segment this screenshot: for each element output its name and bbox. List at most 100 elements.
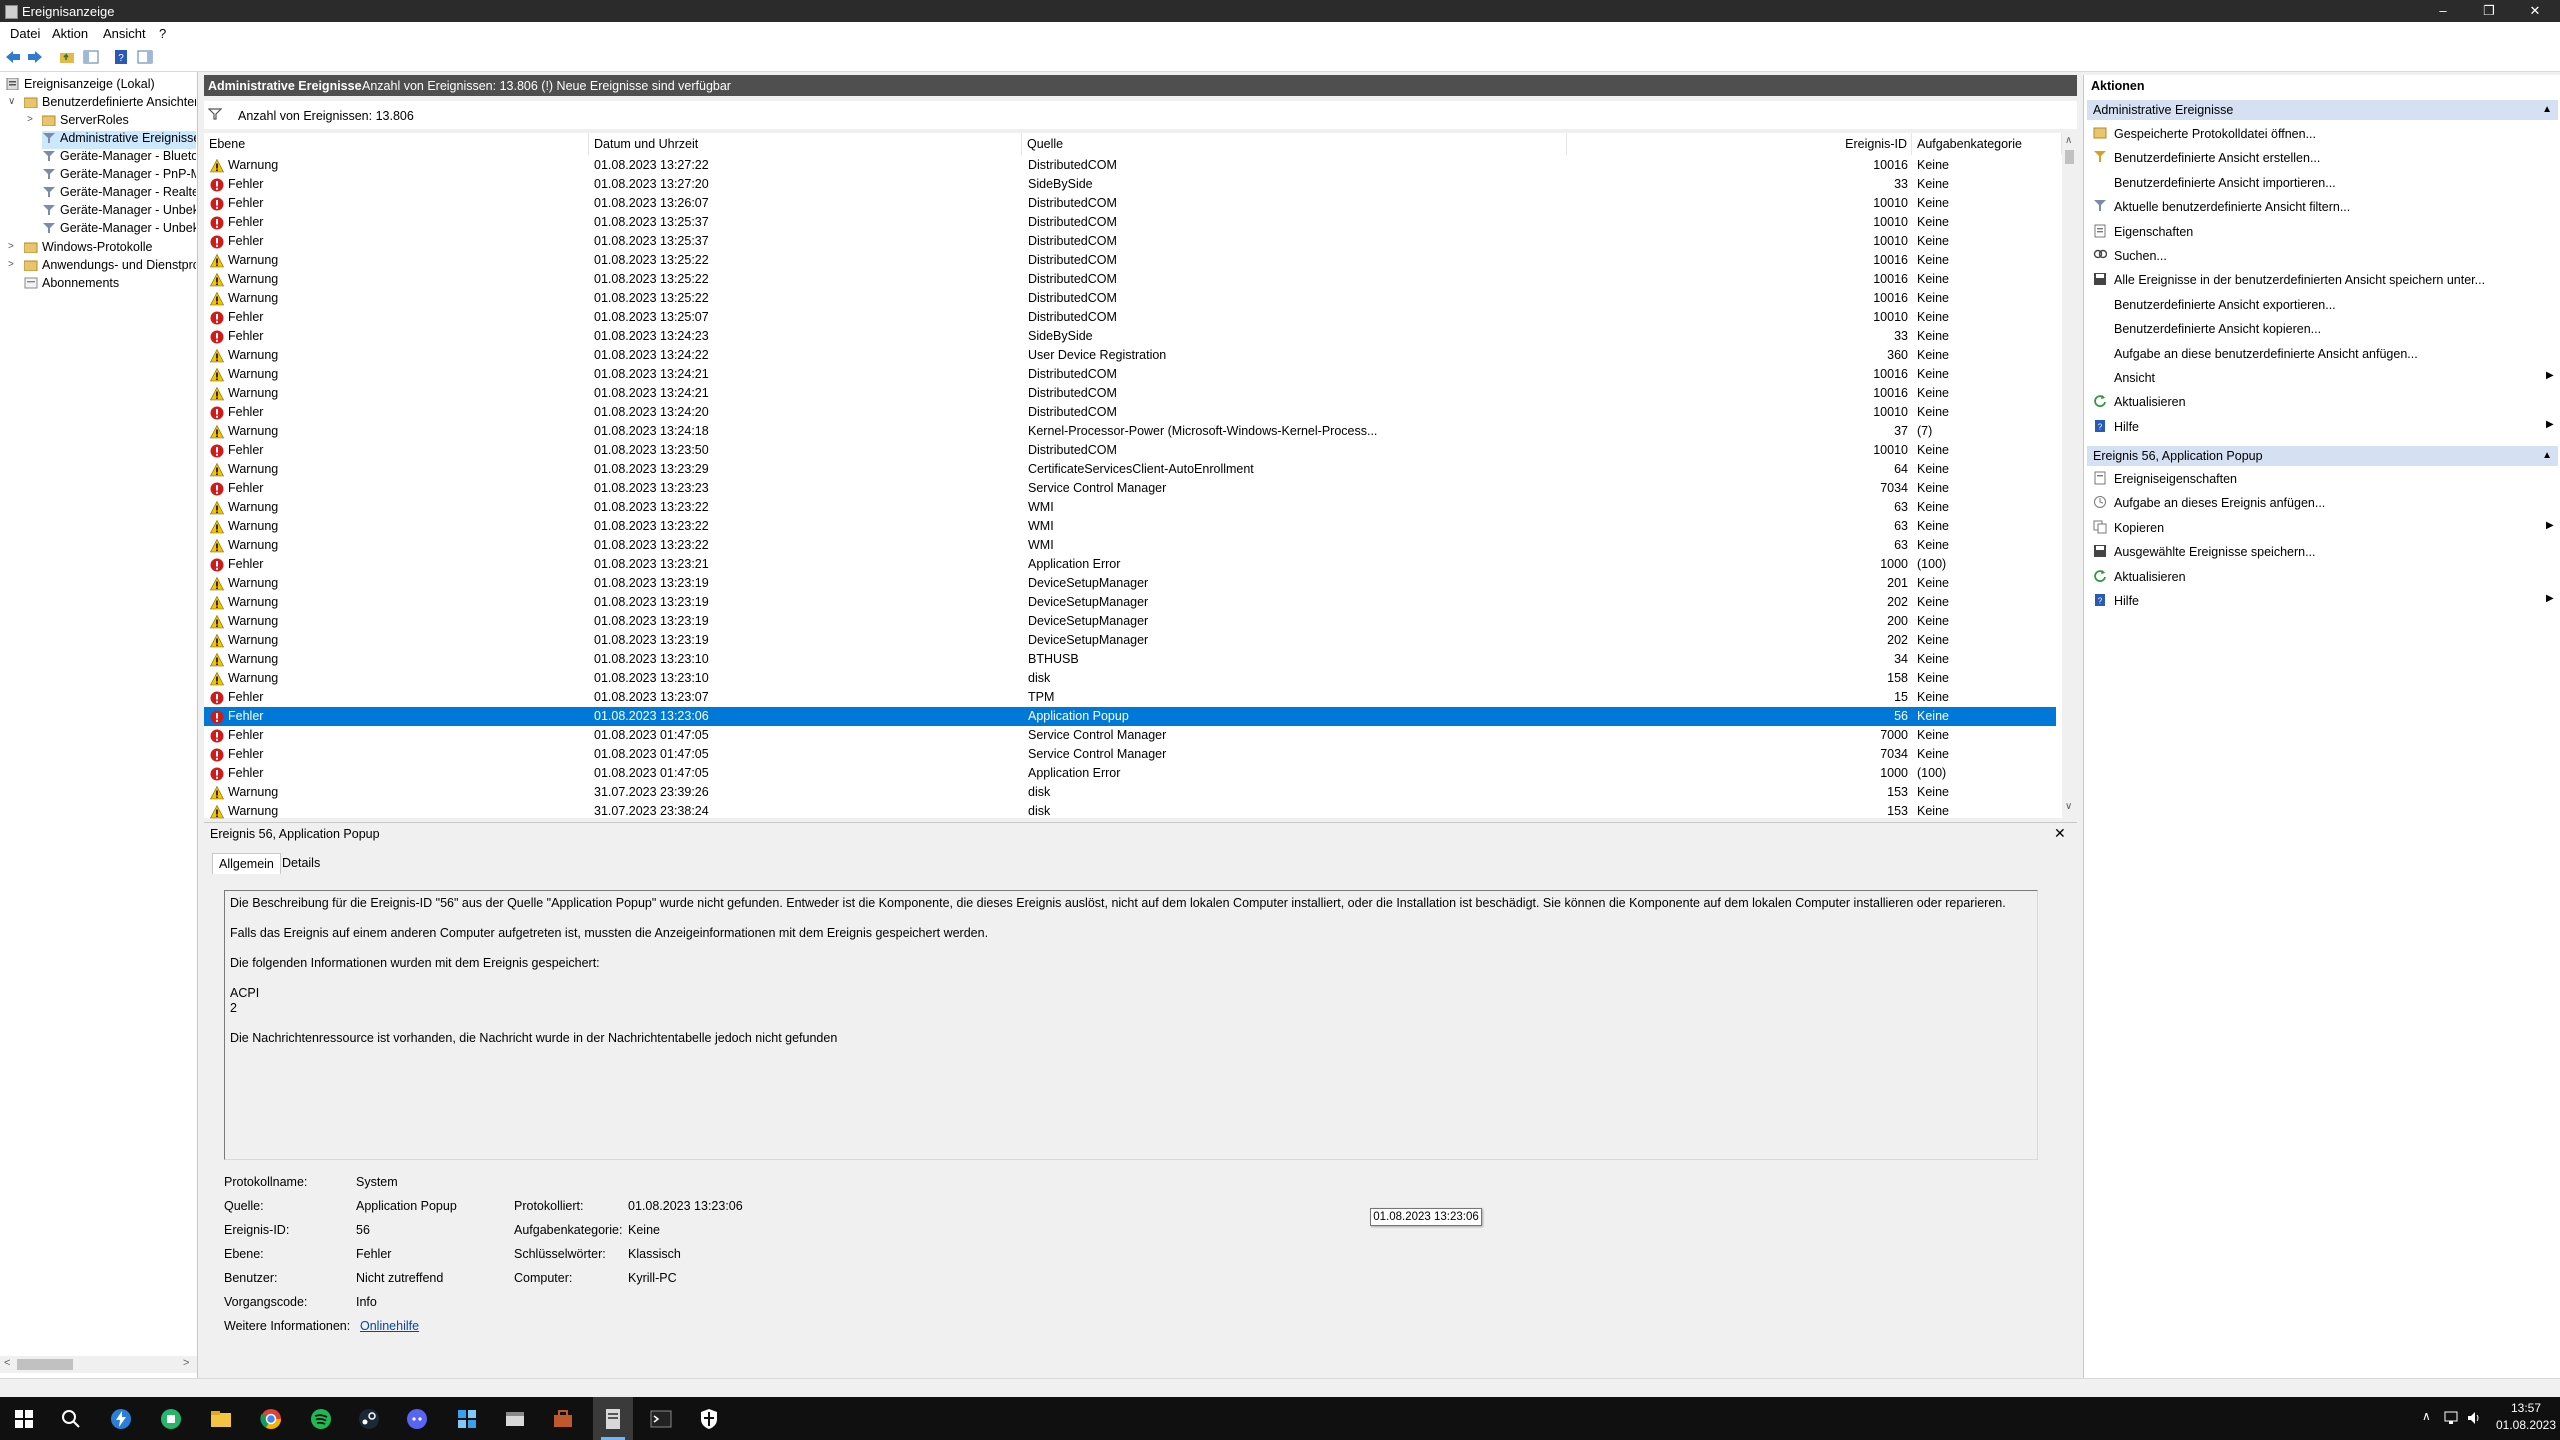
minimize-button[interactable]: – (2420, 0, 2466, 22)
actions-section-event[interactable]: Ereignis 56, Application Popup ▲ (2087, 446, 2558, 466)
chevron-right-icon[interactable]: > (27, 114, 33, 125)
tree-serverroles[interactable]: ServerRoles (42, 113, 196, 131)
tree-subscriptions[interactable]: Abonnements (24, 276, 196, 294)
table-row[interactable]: Warnung 01.08.2023 13:24:21 DistributedCOM… (204, 365, 2056, 384)
app-grid-icon[interactable] (455, 1407, 479, 1431)
app-bolt-icon[interactable] (109, 1407, 133, 1431)
tab-details[interactable]: Details (276, 853, 326, 873)
table-row[interactable]: Warnung 01.08.2023 13:24:21 DistributedCOM… (204, 384, 2056, 403)
discord-icon[interactable] (405, 1407, 429, 1431)
table-row[interactable]: Fehler 01.08.2023 13:23:21 Application Err… (204, 555, 2056, 574)
clock-time[interactable]: 13:57 (2506, 1401, 2546, 1415)
scroll-left-arrow-icon[interactable]: < (4, 1357, 10, 1369)
action-item[interactable]: Aktualisieren (2084, 393, 2560, 413)
action-item[interactable]: Aufgabe an diese benutzerdefinierte Ansi… (2084, 345, 2560, 365)
search-icon[interactable] (59, 1407, 83, 1431)
back-arrow-icon[interactable] (4, 48, 22, 66)
table-row[interactable]: Fehler 01.08.2023 01:47:05 Service Control… (204, 726, 2056, 745)
tab-allgemein[interactable]: Allgemein (212, 853, 281, 874)
restore-button[interactable]: ❐ (2466, 0, 2512, 22)
spotify-icon[interactable] (309, 1407, 333, 1431)
tray-chevron-icon[interactable]: ∧ (2422, 1409, 2431, 1423)
tree-device-manager-unknown-1[interactable]: Geräte-Manager - Unbek (42, 203, 196, 221)
tree-horizontal-scrollbar[interactable]: < > (0, 1356, 197, 1373)
table-row[interactable]: Warnung 01.08.2023 13:23:22 WMI 63 Keine (204, 498, 2056, 517)
forward-arrow-icon[interactable] (26, 48, 44, 66)
table-row[interactable]: Warnung 01.08.2023 13:23:19 DeviceSetupMan… (204, 631, 2056, 650)
tree-administrative-events[interactable]: Administrative Ereignisse (42, 131, 196, 149)
app-toolbox-icon[interactable] (551, 1407, 575, 1431)
file-explorer-icon[interactable] (209, 1407, 233, 1431)
scroll-up-arrow-icon[interactable]: ∧ (2065, 135, 2072, 146)
actions-section-view[interactable]: Administrative Ereignisse ▲ (2087, 100, 2558, 120)
table-row[interactable]: Warnung 01.08.2023 13:27:22 DistributedCOM… (204, 156, 2056, 175)
table-row[interactable]: Warnung 31.07.2023 23:38:24 disk 153 Keine (204, 802, 2056, 821)
action-item[interactable]: Benutzerdefinierte Ansicht erstellen... (2084, 149, 2560, 169)
table-row[interactable]: Fehler 01.08.2023 13:26:07 DistributedCOM 1… (204, 194, 2056, 213)
table-row[interactable]: Warnung 01.08.2023 13:23:10 BTHUSB 34 Keine (204, 650, 2056, 669)
table-row[interactable]: Fehler 01.08.2023 13:23:06 Application Pop… (204, 707, 2056, 726)
table-row[interactable]: Fehler 01.08.2023 13:27:20 SideBySide 33 Kei… (204, 175, 2056, 194)
action-item[interactable]: ? Hilfe ▶ (2084, 418, 2560, 438)
table-row[interactable]: Fehler 01.08.2023 13:25:07 DistributedCOM 1… (204, 308, 2056, 327)
column-header-event-id[interactable]: Ereignis-ID (1567, 133, 1912, 155)
scroll-down-arrow-icon[interactable]: ∨ (2065, 801, 2072, 812)
terminal-icon[interactable] (649, 1407, 673, 1431)
table-row[interactable]: Warnung 01.08.2023 13:24:22 User Device Re… (204, 346, 2056, 365)
action-item[interactable]: Gespeicherte Protokolldatei öffnen... (2084, 125, 2560, 145)
app-window-icon[interactable] (503, 1407, 527, 1431)
windows-start-icon[interactable] (12, 1407, 36, 1431)
table-row[interactable]: Warnung 01.08.2023 13:24:18 Kernel-Process… (204, 422, 2056, 441)
speaker-icon[interactable] (2466, 1410, 2482, 1426)
table-row[interactable]: Fehler 01.08.2023 13:23:50 DistributedCOM 1… (204, 441, 2056, 460)
collapse-icon[interactable]: ▲ (2542, 446, 2552, 466)
chrome-icon[interactable] (259, 1407, 283, 1431)
table-vertical-scrollbar[interactable]: ∧ ∨ (2062, 133, 2077, 818)
action-item[interactable]: Ansicht ▶ (2084, 369, 2560, 389)
action-item[interactable]: Aktuelle benutzerdefinierte Ansicht filt… (2084, 198, 2560, 218)
folder-up-icon[interactable] (58, 48, 76, 66)
table-row[interactable]: Warnung 31.07.2023 23:39:26 disk 153 Keine (204, 783, 2056, 802)
help-icon[interactable]: ? (112, 48, 130, 66)
column-header-task-category[interactable]: Aufgabenkategorie (1912, 133, 2062, 155)
tree-custom-views[interactable]: Benutzerdefinierte Ansichten (24, 95, 196, 113)
chevron-right-icon[interactable]: > (8, 241, 14, 252)
table-row[interactable]: Warnung 01.08.2023 13:23:22 WMI 63 Keine (204, 536, 2056, 555)
action-item[interactable]: Aktualisieren (2084, 568, 2560, 588)
tree-device-manager-bluetooth[interactable]: Geräte-Manager - Blueto (42, 149, 196, 167)
action-item[interactable]: Benutzerdefinierte Ansicht importieren..… (2084, 174, 2560, 194)
action-item[interactable]: Ereigniseigenschaften (2084, 470, 2560, 490)
action-item[interactable]: Eigenschaften (2084, 223, 2560, 243)
menu-aktion[interactable]: Aktion (52, 26, 88, 41)
table-row[interactable]: Warnung 01.08.2023 13:23:19 DeviceSetupMan… (204, 574, 2056, 593)
column-header-source[interactable]: Quelle (1022, 133, 1567, 155)
action-item[interactable]: ? Hilfe ▶ (2084, 592, 2560, 612)
menu-ansicht[interactable]: Ansicht (103, 26, 146, 41)
table-row[interactable]: Fehler 01.08.2023 13:25:37 DistributedCOM 1… (204, 213, 2056, 232)
tree-windows-logs[interactable]: Windows-Protokolle (24, 240, 196, 258)
app-green-icon[interactable] (159, 1407, 183, 1431)
table-row[interactable]: Warnung 01.08.2023 13:23:29 CertificateSer… (204, 460, 2056, 479)
show-hide-console-tree-icon[interactable] (82, 48, 100, 66)
close-icon[interactable]: ✕ (2054, 825, 2066, 842)
tree-device-manager-pnp[interactable]: Geräte-Manager - PnP-M (42, 167, 196, 185)
table-row[interactable]: Warnung 01.08.2023 13:25:22 DistributedCOM… (204, 289, 2056, 308)
column-header-level[interactable]: Ebene (204, 133, 589, 155)
show-hide-action-pane-icon[interactable] (136, 48, 154, 66)
table-row[interactable]: Warnung 01.08.2023 13:25:22 DistributedCOM… (204, 270, 2056, 289)
security-shield-icon[interactable] (697, 1407, 721, 1431)
event-viewer-taskbar-icon[interactable] (601, 1407, 625, 1431)
close-window-button[interactable]: ✕ (2512, 0, 2558, 22)
tree-root[interactable]: Ereignisanzeige (Lokal) (6, 77, 196, 95)
tree-device-manager-unknown-2[interactable]: Geräte-Manager - Unbek (42, 221, 196, 239)
table-row[interactable]: Fehler 01.08.2023 01:47:05 Service Control… (204, 745, 2056, 764)
scrollbar-thumb[interactable] (17, 1359, 73, 1370)
chevron-down-icon[interactable]: ∨ (8, 96, 15, 107)
action-item[interactable]: Aufgabe an dieses Ereignis anfügen... (2084, 494, 2560, 514)
action-item[interactable]: Suchen... (2084, 247, 2560, 267)
table-row[interactable]: Fehler 01.08.2023 13:23:23 Service Control… (204, 479, 2056, 498)
table-row[interactable]: Fehler 01.08.2023 13:24:20 DistributedCOM 1… (204, 403, 2056, 422)
table-row[interactable]: Fehler 01.08.2023 01:47:05 Application Err… (204, 764, 2056, 783)
action-item[interactable]: Benutzerdefinierte Ansicht exportieren..… (2084, 296, 2560, 316)
table-row[interactable]: Warnung 01.08.2023 13:23:10 disk 158 Keine (204, 669, 2056, 688)
